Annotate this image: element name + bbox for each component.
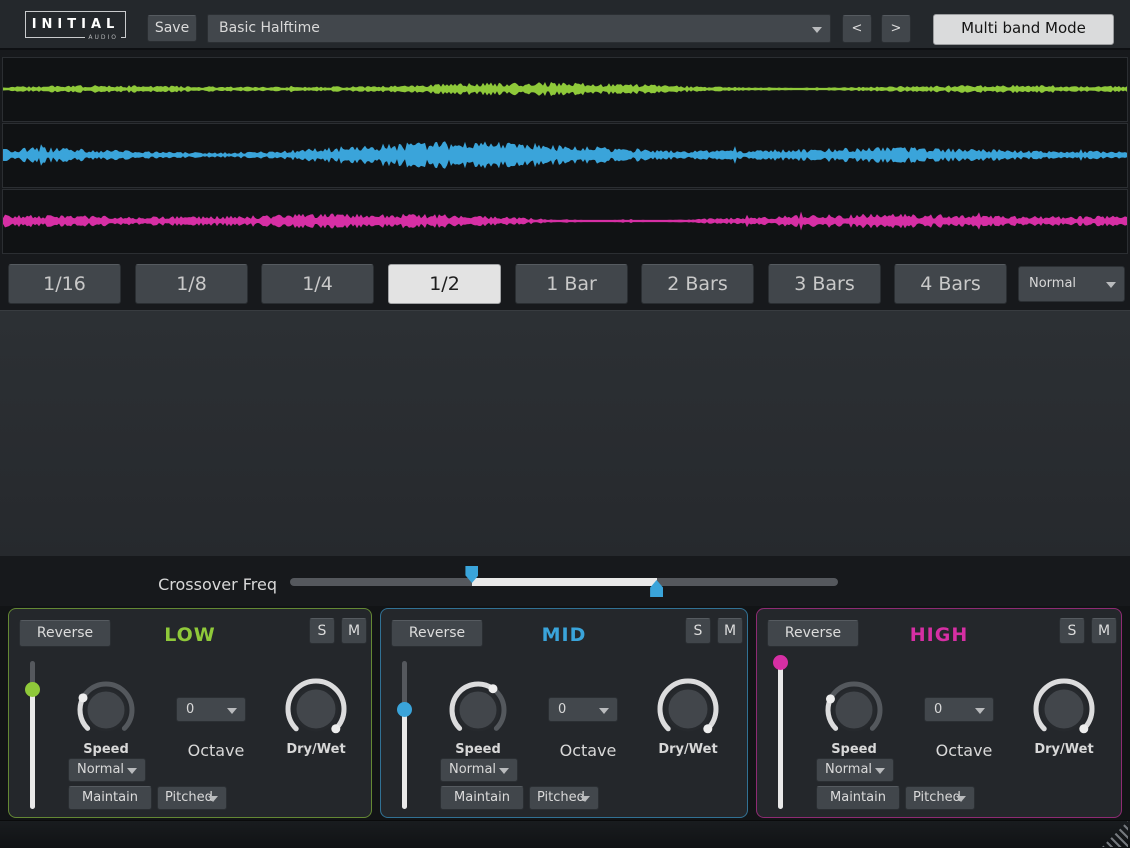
band-level-slider[interactable] [396,659,412,811]
rate-button-1-2[interactable]: 1/2 [388,264,501,304]
band-panel-high: Reverse HIGH S M Speed 0 Octave Dry/Wet … [756,608,1122,818]
maintain-button[interactable]: Maintain [68,786,152,810]
pitch-mode-value: Pitched [165,790,213,805]
high-band-waveform [2,189,1128,254]
chevron-down-icon [580,796,590,802]
pitch-mode-select[interactable]: Pitched [157,786,227,810]
mute-button[interactable]: M [717,618,743,644]
chevron-down-icon [975,708,985,714]
octave-value: 0 [558,702,566,717]
octave-value: 0 [186,702,194,717]
chevron-down-icon [875,768,885,774]
logo-text: INITIAL [26,17,125,32]
playback-mode-value: Normal [1029,276,1076,291]
band-dry-wet-label: Dry/Wet [256,742,376,757]
chevron-down-icon [599,708,609,714]
chevron-down-icon [956,796,966,802]
top-bar: INITIAL AUDIO Save Basic Halftime < > Mu… [0,0,1130,50]
previous-preset-button[interactable]: < [842,15,872,43]
mid-band-waveform [2,123,1128,188]
next-preset-button[interactable]: > [881,15,911,43]
playback-mode-select[interactable]: Normal [1018,266,1125,302]
solo-button[interactable]: S [685,618,711,644]
bottom-bar [0,820,1130,848]
band-mode-select[interactable]: Normal [68,758,146,782]
octave-value: 0 [934,702,942,717]
save-button[interactable]: Save [147,15,197,42]
band-mode-select[interactable]: Normal [816,758,894,782]
pitch-mode-value: Pitched [913,790,961,805]
band-panel-low: Reverse LOW S M Speed 0 Octave Dry/Wet N… [8,608,372,818]
logo-subtext: AUDIO [85,34,121,41]
band-dry-wet-knob[interactable] [283,676,349,742]
band-dry-wet-label: Dry/Wet [1004,742,1124,757]
band-level-slider[interactable] [772,659,788,811]
speed-knob[interactable] [823,679,885,741]
octave-select[interactable]: 0 [924,697,994,722]
multi-band-mode-button[interactable]: Multi band Mode [933,14,1114,45]
crossover-slider[interactable] [290,578,838,586]
preset-name: Basic Halftime [219,20,320,36]
chevron-down-icon [208,796,218,802]
octave-select[interactable]: 0 [176,697,246,722]
band-dry-wet-knob[interactable] [1031,676,1097,742]
crossover-freq-label: Crossover Freq [0,575,277,594]
chevron-down-icon [499,768,509,774]
plugin-window: INITIAL AUDIO Save Basic Halftime < > Mu… [0,0,1130,848]
crossover-section: Crossover Freq [0,556,1130,606]
rate-button-4bars[interactable]: 4 Bars [894,264,1007,304]
resize-grip-icon[interactable] [1102,821,1128,847]
pitch-mode-select[interactable]: Pitched [529,786,599,810]
band-panel-mid: Reverse MID S M Speed 0 Octave Dry/Wet N… [380,608,748,818]
rate-button-1-4[interactable]: 1/4 [261,264,374,304]
rate-button-1bar[interactable]: 1 Bar [515,264,628,304]
pitch-mode-value: Pitched [537,790,585,805]
rate-button-1-8[interactable]: 1/8 [135,264,248,304]
main-control-section: Smooth Blend Fast Fade In SlowMo 2 Fast … [0,310,1130,557]
chevron-down-icon [127,768,137,774]
mute-button[interactable]: M [341,618,367,644]
crossover-selected-range [472,578,657,586]
speed-knob[interactable] [75,679,137,741]
solo-button[interactable]: S [309,618,335,644]
speed-label: Speed [794,742,914,757]
band-mode-value: Normal [77,762,124,777]
rate-button-3bars[interactable]: 3 Bars [768,264,881,304]
band-level-slider[interactable] [24,659,40,811]
maintain-button[interactable]: Maintain [440,786,524,810]
pitch-mode-select[interactable]: Pitched [905,786,975,810]
speed-knob[interactable] [447,679,509,741]
speed-label: Speed [418,742,538,757]
band-dry-wet-knob[interactable] [655,676,721,742]
solo-button[interactable]: S [1059,618,1085,644]
band-mode-value: Normal [449,762,496,777]
waveform-display [0,50,1130,262]
rate-button-row: 1/16 1/8 1/4 1/2 1 Bar 2 Bars 3 Bars 4 B… [0,262,1130,310]
band-panels: Reverse LOW S M Speed 0 Octave Dry/Wet N… [0,606,1130,820]
mute-button[interactable]: M [1091,618,1117,644]
band-mode-value: Normal [825,762,872,777]
rate-button-1-16[interactable]: 1/16 [8,264,121,304]
chevron-down-icon [1106,282,1116,288]
rate-button-2bars[interactable]: 2 Bars [641,264,754,304]
preset-select[interactable]: Basic Halftime [207,14,831,43]
low-band-waveform [2,57,1128,122]
initial-audio-logo: INITIAL AUDIO [25,11,126,38]
speed-label: Speed [46,742,166,757]
octave-select[interactable]: 0 [548,697,618,722]
chevron-down-icon [227,708,237,714]
maintain-button[interactable]: Maintain [816,786,900,810]
band-dry-wet-label: Dry/Wet [628,742,748,757]
chevron-down-icon [812,27,822,33]
band-mode-select[interactable]: Normal [440,758,518,782]
